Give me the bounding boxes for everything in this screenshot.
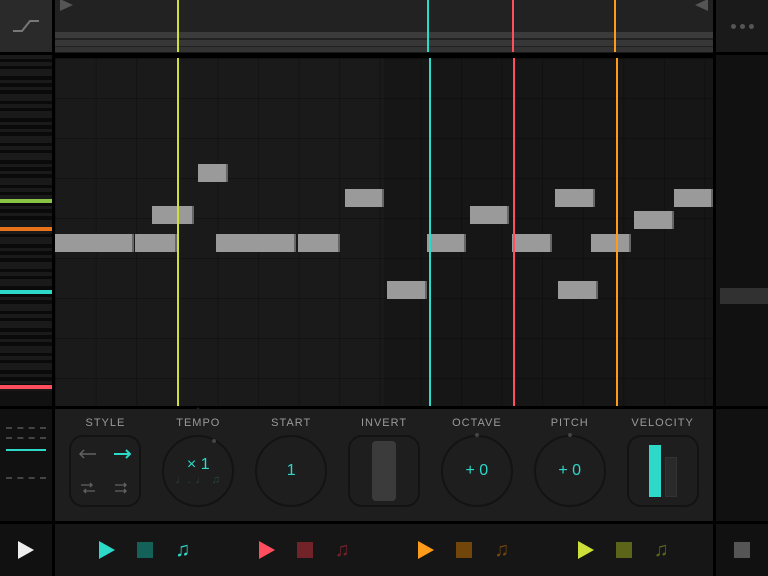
overview-playhead [512,0,514,52]
master-play[interactable] [0,521,55,576]
control-pitch[interactable]: PITCH + 0 [523,417,616,517]
more-menu[interactable] [713,0,768,55]
piano-roll-keys[interactable] [0,55,55,406]
midi-note[interactable] [470,206,509,224]
pitch-knob[interactable]: + 0 [534,435,606,507]
grid-half-shade [384,58,713,406]
overview-strip[interactable] [55,0,713,55]
track-transport-1: ♫ [99,539,190,562]
velocity-ghost [665,457,677,497]
track-play-icon[interactable] [578,541,594,559]
midi-note[interactable] [634,211,673,229]
track-play-icon[interactable] [259,541,275,559]
active-control-pointer [191,407,205,415]
control-label: INVERT [361,417,407,429]
transport-bar: ♫ ♫ ♫ ♫ [55,521,713,576]
midi-note[interactable] [512,234,551,252]
track-notes-icon[interactable]: ♫ [175,539,190,562]
start-value: 1 [287,462,296,480]
tempo-knob[interactable]: × 1 ♩. ♩ ♫ [162,435,234,507]
velocity-bar [649,445,661,497]
grid-playhead[interactable] [513,58,515,406]
control-label: OCTAVE [452,417,502,429]
controls-left-gutter [0,406,55,521]
overview-playhead [177,0,179,52]
control-start[interactable]: START 1 [245,417,338,517]
midi-note[interactable] [555,189,594,207]
grid-playhead[interactable] [177,58,179,406]
overview-playhead [614,0,616,52]
stop-icon [734,542,750,558]
midi-note[interactable] [345,189,384,207]
controls-strip: STYLE TEMPO × 1 ♩. ♩ ♫ START 1 [55,406,713,521]
midi-note[interactable] [55,234,134,252]
track-stop-icon[interactable] [616,542,632,558]
piano-marker [0,227,52,231]
overview-backward-icon[interactable] [693,0,709,12]
tempo-value: × 1 [187,457,210,473]
pitch-value: + 0 [558,462,581,480]
grid-playhead[interactable] [616,58,618,406]
track-notes-icon[interactable]: ♫ [335,539,350,562]
midi-note[interactable] [387,281,426,299]
track-stop-icon[interactable] [137,542,153,558]
piano-marker [0,290,52,294]
midi-note[interactable] [216,234,296,252]
track-notes-icon[interactable]: ♫ [654,539,669,562]
slope-icon [12,18,40,34]
piano-marker [0,385,52,389]
play-icon [18,541,34,559]
midi-note[interactable] [135,234,176,252]
midi-note[interactable] [298,234,339,252]
right-column [713,55,768,406]
control-velocity[interactable]: VELOCITY [616,417,709,517]
midi-note[interactable] [427,234,466,252]
track-transport-2: ♫ [259,539,350,562]
invert-slider[interactable] [348,435,420,507]
overview-forward-icon[interactable] [59,0,75,12]
octave-knob[interactable]: + 0 [441,435,513,507]
track-play-icon[interactable] [99,541,115,559]
track-transport-3: ♫ [418,539,509,562]
control-label: START [271,417,311,429]
control-label: PITCH [551,417,589,429]
midi-note[interactable] [152,206,193,224]
track-notes-icon[interactable]: ♫ [494,539,509,562]
midi-note[interactable] [558,281,597,299]
corner-top-left [0,0,55,55]
style-selector[interactable] [69,435,141,507]
overview-playhead [427,0,429,52]
start-knob[interactable]: 1 [255,435,327,507]
master-stop[interactable] [713,521,768,576]
control-style[interactable]: STYLE [59,417,152,517]
control-octave[interactable]: OCTAVE + 0 [430,417,523,517]
control-invert[interactable]: INVERT [338,417,431,517]
right-marker [720,288,768,304]
midi-note[interactable] [674,189,713,207]
piano-marker [0,199,52,203]
track-stop-icon[interactable] [456,542,472,558]
octave-value: + 0 [466,462,489,480]
control-label: STYLE [86,417,126,429]
velocity-box[interactable] [627,435,699,507]
track-transport-4: ♫ [578,539,669,562]
track-stop-icon[interactable] [297,542,313,558]
control-tempo[interactable]: TEMPO × 1 ♩. ♩ ♫ [152,417,245,517]
track-play-icon[interactable] [418,541,434,559]
controls-right-gutter [713,406,768,521]
midi-note[interactable] [591,234,630,252]
note-grid[interactable] [55,55,713,406]
tempo-sub: ♩. ♩ ♫ [176,475,221,486]
grid-playhead[interactable] [429,58,431,406]
midi-note[interactable] [198,164,228,182]
control-label: TEMPO [176,417,220,429]
control-label: VELOCITY [631,417,693,429]
